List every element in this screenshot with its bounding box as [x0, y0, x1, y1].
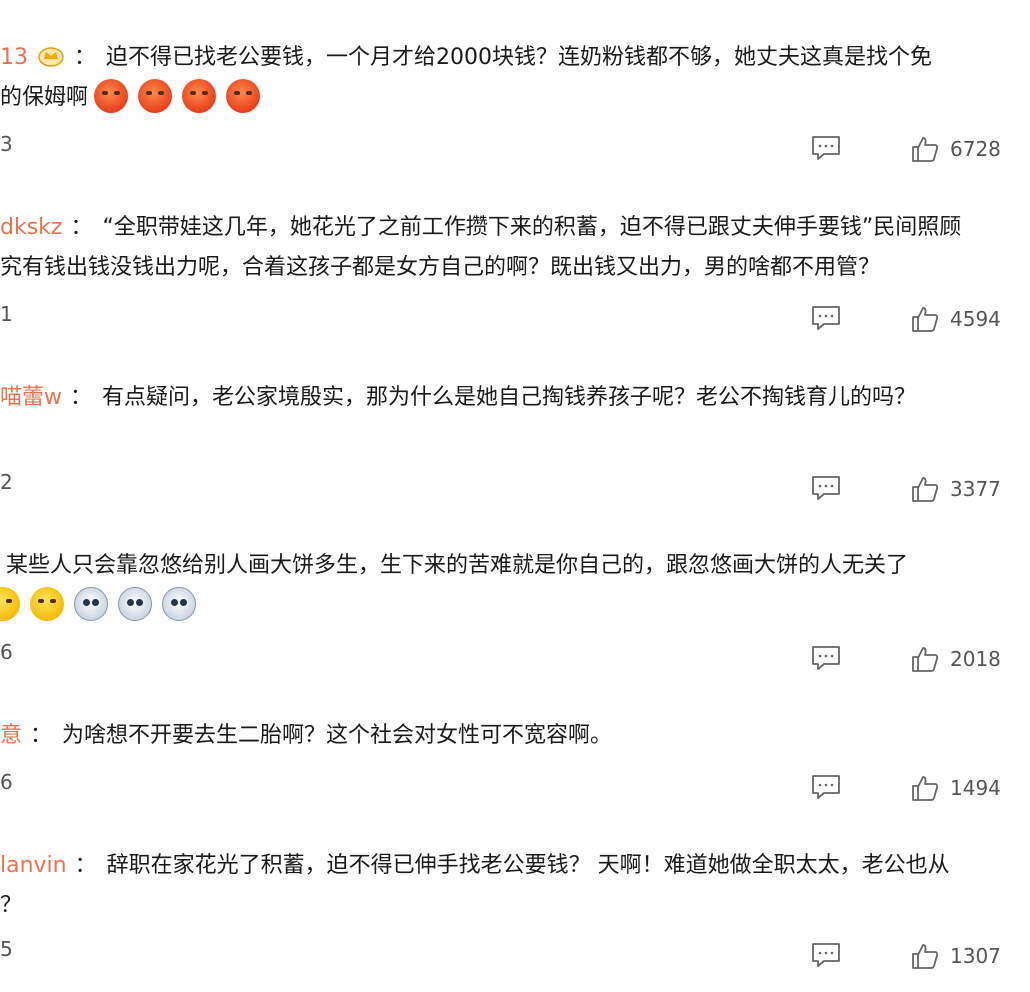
comment-item: 13：迫不得已找老公要钱，一个月才给2000块钱？连奶粉钱都不够，她丈夫这真是找… — [0, 0, 1030, 170]
comment-item: 意：为啥想不开要去生二胎啊？这个社会对女性可不宽容啊。 6 1494 — [0, 680, 1030, 810]
dog-emoji — [74, 587, 108, 621]
comment-icon[interactable] — [811, 305, 841, 331]
comment-username[interactable]: lanvin — [0, 853, 67, 878]
angry-emoji — [182, 79, 217, 113]
comment-username[interactable]: 意 — [0, 723, 22, 748]
comment-username[interactable]: dkskz — [0, 215, 62, 240]
comment-index: 2 — [0, 470, 13, 494]
thumbs-up-icon[interactable] — [911, 774, 939, 802]
comment-item: dkskz： “全职带娃这几年，她花光了之前工作攒下来的积蓄，迫不得已跟丈夫伸手要… — [0, 170, 1030, 340]
comment-body: 为啥想不开要去生二胎啊？这个社会对女性可不宽容啊。 — [62, 723, 613, 748]
like-count: 2018 — [950, 647, 1001, 671]
comment-text: 意：为啥想不开要去生二胎啊？这个社会对女性可不宽容啊。 — [0, 723, 613, 748]
comment-text: 13：迫不得已找老公要钱，一个月才给2000块钱？连奶粉钱都不够，她丈夫这真是找… — [0, 38, 1022, 118]
comment-body: 某些人只会靠忽悠给别人画大饼多生，生下来的苦难就是你自己的，跟忽悠画大饼的人无关… — [6, 553, 909, 578]
comment-body-line2: ？ — [0, 893, 23, 918]
thumbs-up-icon[interactable] — [911, 475, 939, 503]
comment-icon[interactable] — [811, 475, 841, 501]
dog-emoji — [162, 587, 196, 621]
comment-icon[interactable] — [811, 135, 841, 161]
comment-body: 迫不得已找老公要钱，一个月才给2000块钱？连奶粉钱都不够，她丈夫这真是找个免 — [106, 45, 933, 70]
comment-icon[interactable] — [811, 774, 841, 800]
thumbs-up-icon[interactable] — [911, 305, 939, 333]
comment-text: dkskz： “全职带娃这几年，她花光了之前工作攒下来的积蓄，迫不得已跟丈夫伸手要… — [0, 215, 962, 280]
comment-username[interactable]: 喵蕾w — [0, 385, 62, 410]
like-count: 1307 — [950, 944, 1001, 968]
comment-text: lanvin：辞职在家花光了积蓄，迫不得已伸手找老公要钱？ 天啊！难道她做全职太… — [0, 853, 950, 918]
thumbs-up-icon[interactable] — [911, 942, 939, 970]
like-count: 6728 — [950, 137, 1001, 161]
comment-username[interactable]: 13 — [0, 45, 28, 70]
comment-index: 3 — [0, 132, 13, 156]
comment-body: 辞职在家花光了积蓄，迫不得已伸手找老公要钱？ 天啊！难道她做全职太太，老公也从 — [106, 853, 950, 878]
comment-item: 某些人只会靠忽悠给别人画大饼多生，生下来的苦难就是你自己的，跟忽悠画大饼的人无关… — [0, 510, 1030, 680]
comment-body-line2: 的保姆啊 — [0, 85, 89, 110]
comment-index: 5 — [0, 937, 13, 961]
smile-emoji — [0, 587, 20, 621]
comment-index: 6 — [0, 770, 13, 794]
angry-emoji — [226, 79, 261, 113]
comment-body-line2: 究有钱出钱没钱出力呢，合着这孩子都是女方自己的啊？既出钱又出力，男的啥都不用管？ — [0, 255, 881, 280]
comment-text: 某些人只会靠忽悠给别人画大饼多生，生下来的苦难就是你自己的，跟忽悠画大饼的人无关… — [0, 546, 1022, 626]
comment-body: “全职带娃这几年，她花光了之前工作攒下来的积蓄，迫不得已跟丈夫伸手要钱”民间照顾 — [102, 215, 962, 240]
angry-emoji — [94, 79, 129, 113]
like-count: 4594 — [950, 307, 1001, 331]
comment-icon[interactable] — [811, 645, 841, 671]
comment-index: 6 — [0, 640, 13, 664]
comment-body: 有点疑问，老公家境殷实，那为什么是她自己掏钱养孩子呢？老公不掏钱育儿的吗？ — [102, 385, 917, 410]
angry-emoji — [138, 79, 173, 113]
smile-emoji — [30, 587, 64, 621]
like-count: 1494 — [950, 776, 1001, 800]
comment-icon[interactable] — [811, 942, 841, 968]
dog-emoji — [118, 587, 152, 621]
like-count: 3377 — [950, 477, 1001, 501]
comment-item: 喵蕾w：有点疑问，老公家境殷实，那为什么是她自己掏钱养孩子呢？老公不掏钱育儿的吗… — [0, 340, 1030, 510]
thumbs-up-icon[interactable] — [911, 645, 939, 673]
thumbs-up-icon[interactable] — [911, 135, 939, 163]
crown-badge-icon — [38, 47, 64, 67]
comment-text: 喵蕾w：有点疑问，老公家境殷实，那为什么是她自己掏钱养孩子呢？老公不掏钱育儿的吗… — [0, 385, 917, 410]
comment-index: 1 — [0, 302, 13, 326]
comment-item: lanvin：辞职在家花光了积蓄，迫不得已伸手找老公要钱？ 天啊！难道她做全职太… — [0, 810, 1030, 992]
